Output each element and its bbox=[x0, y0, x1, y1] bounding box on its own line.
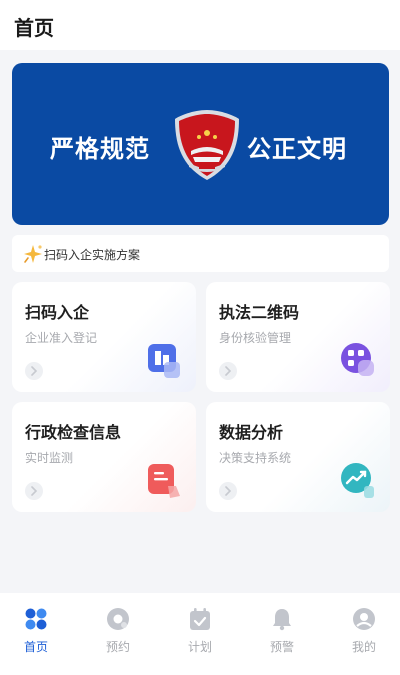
card-title: 行政检查信息 bbox=[25, 423, 122, 442]
page-title: 首页 bbox=[14, 16, 54, 40]
sparkle-icon bbox=[24, 245, 42, 263]
chevron-right-icon bbox=[25, 482, 43, 500]
banner[interactable]: 严格规范 公正文明 bbox=[12, 63, 389, 225]
card-subtitle: 实时监测 bbox=[25, 451, 74, 465]
tab-label: 首页 bbox=[23, 640, 48, 654]
card-subtitle: 企业准入登记 bbox=[25, 331, 98, 345]
card-title: 扫码入企 bbox=[25, 303, 90, 322]
chevron-right-icon bbox=[25, 362, 43, 380]
calendar-check-icon bbox=[190, 608, 210, 630]
bell-icon bbox=[273, 609, 291, 631]
card-data-analysis[interactable]: 数据分析 决策支持系统 bbox=[206, 402, 390, 512]
tab-label: 我的 bbox=[351, 640, 376, 654]
appointment-icon bbox=[107, 608, 129, 630]
card-law-enforcement-qrcode[interactable]: 执法二维码 身份核验管理 bbox=[206, 282, 390, 392]
tab-label: 预警 bbox=[269, 640, 294, 654]
tab-mine[interactable]: 我的 bbox=[334, 607, 394, 657]
tab-appointment[interactable]: 预约 bbox=[88, 607, 148, 657]
card-title: 数据分析 bbox=[219, 423, 284, 442]
bottom-tab-bar: 首页 预约 计划 预警 我的 bbox=[0, 593, 400, 675]
home-grid-icon bbox=[25, 608, 47, 630]
card-scan-enterprise[interactable]: 扫码入企 企业准入登记 bbox=[12, 282, 196, 392]
chevron-right-icon bbox=[219, 482, 237, 500]
banner-slogan-left: 严格规范 bbox=[50, 135, 150, 163]
card-inspection-info[interactable]: 行政检查信息 实时监测 bbox=[12, 402, 196, 512]
tab-home[interactable]: 首页 bbox=[6, 607, 66, 657]
tab-label: 预约 bbox=[105, 640, 130, 654]
user-icon bbox=[353, 608, 375, 630]
tab-label: 计划 bbox=[187, 640, 212, 654]
building-icon bbox=[148, 344, 180, 378]
tab-warning[interactable]: 预警 bbox=[252, 607, 312, 657]
card-title: 执法二维码 bbox=[219, 303, 300, 322]
chevron-right-icon bbox=[219, 362, 237, 380]
procuratorate-emblem-icon bbox=[175, 110, 239, 180]
notice-bar[interactable]: 扫码入企实施方案 bbox=[12, 235, 389, 272]
trend-chart-icon bbox=[341, 463, 374, 498]
qrcode-icon bbox=[341, 343, 374, 376]
document-icon bbox=[148, 464, 180, 498]
tab-plan[interactable]: 计划 bbox=[170, 607, 230, 657]
notice-text: 扫码入企实施方案 bbox=[44, 248, 141, 262]
card-subtitle: 决策支持系统 bbox=[219, 451, 292, 465]
banner-slogan-right: 公正文明 bbox=[247, 135, 347, 163]
top-bar: 首页 bbox=[0, 0, 400, 50]
card-subtitle: 身份核验管理 bbox=[219, 331, 292, 345]
